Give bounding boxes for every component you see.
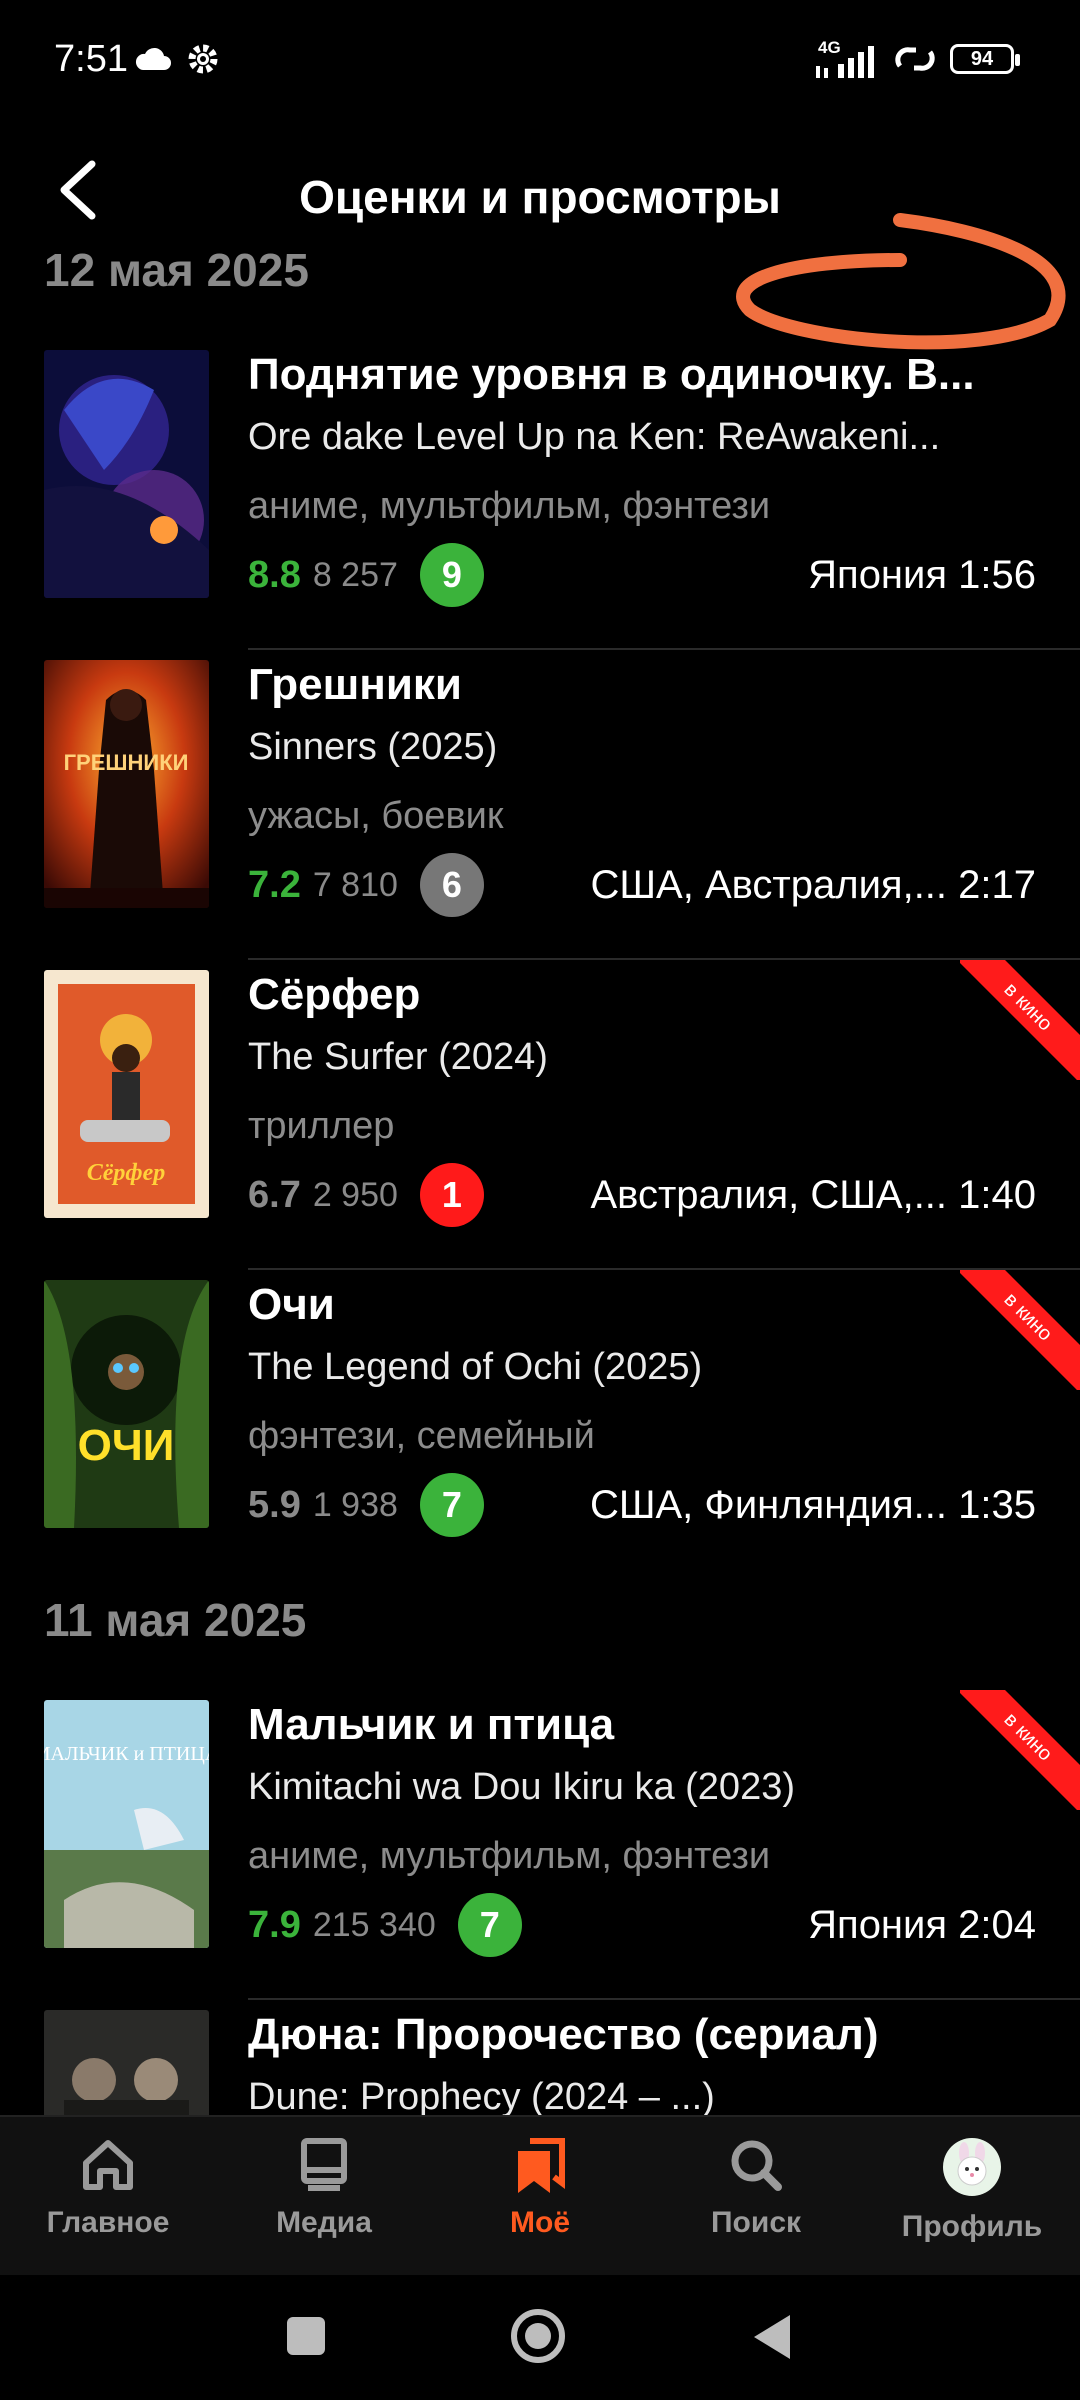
country-duration: Австралия, США,... 1:40 xyxy=(590,1172,1036,1217)
poster-dune-prophecy xyxy=(44,2010,209,2115)
vote-count: 2 950 xyxy=(312,1175,398,1214)
movie-genres: аниме, мультфильм, фэнтези xyxy=(248,1835,771,1877)
poster-surfer: Сёрфер xyxy=(44,970,209,1218)
movie-genres: триллер xyxy=(248,1105,395,1147)
list-item[interactable]: Дюна: Пророчество (сериал) Dune: Prophec… xyxy=(0,2000,1080,2115)
list-item[interactable]: Поднятие уровня в одиночку. В... Ore dak… xyxy=(0,340,1080,650)
poster-surfer-text: Сёрфер xyxy=(87,1160,166,1186)
vote-count: 7 810 xyxy=(312,865,398,904)
nav-tab-label: Медиа xyxy=(276,2206,372,2239)
poster-boy-and-heron: МАЛЬЧИК и ПТИЦА xyxy=(44,1700,209,1948)
movie-original-title: The Legend of Ochi (2025) xyxy=(248,1346,703,1388)
user-score-badge: 6 xyxy=(419,853,484,917)
home-icon xyxy=(83,2140,133,2190)
user-score-badge: 7 xyxy=(457,1893,522,1957)
date-header: 11 мая 2025 xyxy=(44,1594,307,1646)
user-score-badge: 9 xyxy=(419,543,484,607)
vote-count: 1 938 xyxy=(312,1485,398,1524)
bookmarks-icon xyxy=(518,2138,565,2193)
movie-title: Очи xyxy=(248,1280,335,1329)
poster-solo-leveling xyxy=(44,350,209,598)
movie-rating: 7.2 xyxy=(248,863,301,906)
vote-count: 8 257 xyxy=(312,555,398,594)
back-triangle-icon[interactable] xyxy=(750,2313,794,2361)
movie-original-title: The Surfer (2024) xyxy=(248,1036,548,1078)
poster-ochi-text: ОЧИ xyxy=(78,1421,175,1470)
hotspot-link-icon xyxy=(895,47,935,71)
vote-count: 215 340 xyxy=(312,1905,436,1944)
list-item[interactable]: МАЛЬЧИК и ПТИЦА Мальчик и птица Kimitach… xyxy=(0,1690,1080,2000)
nav-tab-profile[interactable]: Профиль xyxy=(864,2137,1080,2244)
signal-icon xyxy=(816,46,874,78)
in-cinema-label: в кино xyxy=(960,1690,1080,1810)
movie-rating: 7.9 xyxy=(248,1903,301,1946)
cloud-icon xyxy=(135,47,171,70)
movie-genres: ужасы, боевик xyxy=(248,795,504,837)
date-header: 12 мая 2025 xyxy=(44,244,309,296)
in-cinema-ribbon: в кино xyxy=(960,1690,1080,1810)
status-time: 7:51 xyxy=(54,38,128,80)
user-score-badge: 7 xyxy=(419,1473,484,1537)
nav-tab-label: Профиль xyxy=(901,2210,1043,2243)
list-item[interactable]: Сёрфер Сёрфер The Surfer (2024) триллер … xyxy=(0,960,1080,1270)
user-score-badge: 1 xyxy=(419,1163,484,1227)
home-button-icon[interactable] xyxy=(510,2308,566,2364)
nav-tab-label: Главное xyxy=(46,2206,170,2239)
media-icon xyxy=(301,2138,347,2191)
avatar xyxy=(943,2138,1001,2196)
poster-ochi: ОЧИ xyxy=(44,1280,209,1528)
in-cinema-label: в кино xyxy=(960,1270,1080,1390)
gear-icon xyxy=(188,44,218,74)
movie-rating: 8.8 xyxy=(248,553,301,596)
movie-original-title: Ore dake Level Up na Ken: ReAwakeni... xyxy=(248,416,941,458)
poster-sinners: ГРЕШНИКИ xyxy=(44,660,209,908)
in-cinema-ribbon: в кино xyxy=(960,1270,1080,1390)
bottom-navigation: Главное Медиа Моё Поиск Профиль xyxy=(0,2115,1080,2277)
country-duration: США, Финляндия... 1:35 xyxy=(589,1482,1036,1527)
list-item[interactable]: ОЧИ Очи The Legend of Ochi (2025) фэнтез… xyxy=(0,1270,1080,1580)
movie-rating: 5.9 xyxy=(248,1483,301,1526)
poster-boy-bird-text: МАЛЬЧИК и ПТИЦА xyxy=(44,1743,209,1765)
movie-title: Грешники xyxy=(248,660,462,709)
ratings-list[interactable]: 12 мая 2025 Поднятие уровня в одиночку. … xyxy=(0,240,1080,2115)
system-navigation-bar xyxy=(0,2275,1080,2400)
nav-tab-label: Поиск xyxy=(710,2206,802,2239)
status-bar: 7:51 4G 94 xyxy=(0,0,1080,120)
movie-title: Дюна: Пророчество (сериал) xyxy=(248,2010,879,2059)
movie-genres: аниме, мультфильм, фэнтези xyxy=(248,485,771,527)
nav-tab-label: Моё xyxy=(510,2206,570,2239)
movie-title: Поднятие уровня в одиночку. В... xyxy=(248,350,975,399)
country-duration: Япония 2:04 xyxy=(808,1902,1036,1947)
nav-tab-search[interactable]: Поиск xyxy=(648,2137,864,2240)
country-duration: США, Австралия,... 2:17 xyxy=(590,862,1036,907)
app-header: Оценки и просмотры xyxy=(0,120,1080,350)
nav-tab-mine[interactable]: Моё xyxy=(432,2137,648,2240)
country-duration: Япония 1:56 xyxy=(808,552,1036,597)
nav-tab-home[interactable]: Главное xyxy=(0,2137,216,2240)
movie-original-title: Dune: Prophecy (2024 – ...) xyxy=(248,2076,715,2115)
nav-tab-media[interactable]: Медиа xyxy=(216,2137,432,2240)
movie-original-title: Sinners (2025) xyxy=(248,726,498,768)
movie-title: Мальчик и птица xyxy=(248,1700,615,1749)
in-cinema-ribbon: в кино xyxy=(960,960,1080,1080)
movie-rating: 6.7 xyxy=(248,1173,301,1216)
search-icon xyxy=(731,2140,782,2191)
in-cinema-label: в кино xyxy=(960,960,1080,1080)
battery-indicator: 94 xyxy=(950,44,1020,74)
poster-sinners-text: ГРЕШНИКИ xyxy=(64,750,189,775)
movie-title: Сёрфер xyxy=(248,970,421,1019)
recents-icon[interactable] xyxy=(285,2315,327,2357)
list-item[interactable]: ГРЕШНИКИ Грешники Sinners (2025) ужасы, … xyxy=(0,650,1080,960)
movie-genres: фэнтези, семейный xyxy=(248,1415,595,1457)
movie-original-title: Kimitachi wa Dou Ikiru ka (2023) xyxy=(248,1766,795,1808)
